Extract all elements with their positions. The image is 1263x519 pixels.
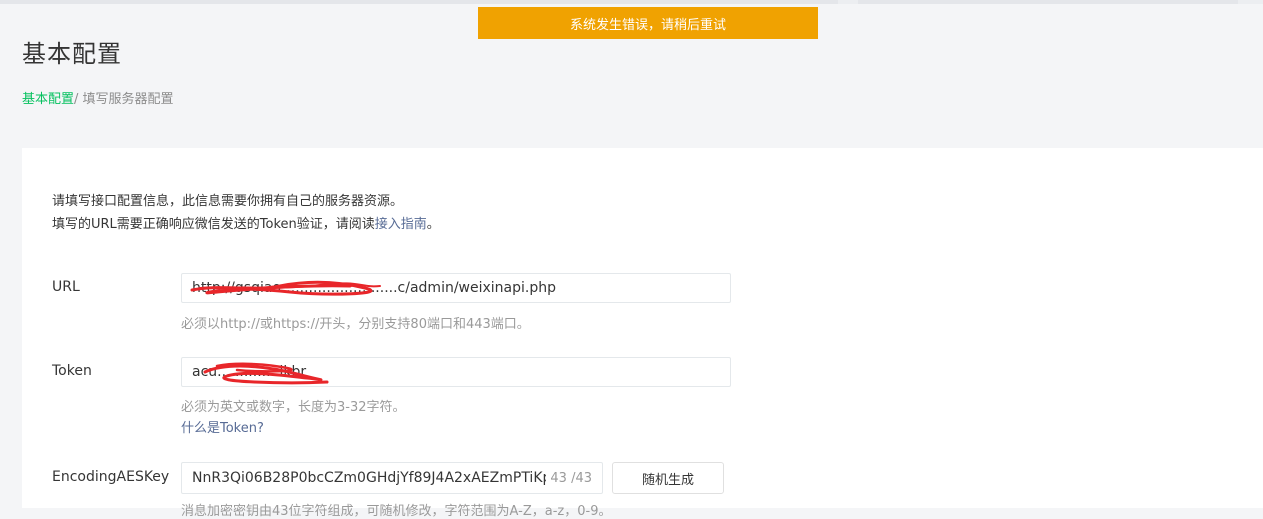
aeskey-label: EncodingAESKey — [52, 469, 170, 485]
token-hint: 必须为英文或数字，长度为3-32字符。 — [181, 400, 406, 415]
top-bar — [0, 0, 1263, 4]
intro-text: 请填写接口配置信息，此信息需要你拥有自己的服务器资源。 填写的URL需要正确响应… — [52, 190, 440, 236]
url-label: URL — [52, 279, 80, 295]
url-input-value: http://gsqiao-.........................c… — [192, 280, 557, 296]
intro-line-1: 请填写接口配置信息，此信息需要你拥有自己的服务器资源。 — [52, 194, 404, 209]
access-guide-link[interactable]: 接入指南 — [375, 217, 427, 232]
breadcrumb: 基本配置/ 填写服务器配置 — [22, 88, 174, 107]
token-input-value: acu..............ikbr — [192, 364, 307, 380]
url-hint: 必须以http://或https://开头，分别支持80端口和443端口。 — [181, 317, 530, 332]
what-is-token-link[interactable]: 什么是Token? — [181, 417, 264, 436]
server-config-card: 请填写接口配置信息，此信息需要你拥有自己的服务器资源。 填写的URL需要正确响应… — [22, 148, 1263, 519]
top-bar-segment — [858, 0, 1238, 4]
intro-line-2: 填写的URL需要正确响应微信发送的Token验证，请阅读接入指南。 — [52, 213, 440, 236]
breadcrumb-parent-link[interactable]: 基本配置 — [22, 92, 74, 107]
intro-line-2-prefix: 填写的URL需要正确响应微信发送的Token验证，请阅读 — [52, 217, 375, 232]
breadcrumb-separator: / — [74, 92, 83, 107]
aeskey-input-value: NnR3Qi06B28P0bcCZm0GHdjYf89J4A2xAEZmPTiK… — [192, 470, 547, 486]
page-title: 基本配置 — [22, 40, 122, 68]
token-input[interactable]: acu..............ikbr — [181, 357, 731, 387]
aeskey-input[interactable]: NnR3Qi06B28P0bcCZm0GHdjYf89J4A2xAEZmPTiK… — [181, 462, 603, 494]
error-toast: 系统发生错误，请稍后重试 — [478, 7, 818, 39]
top-bar-segment — [0, 0, 838, 4]
error-toast-message: 系统发生错误，请稍后重试 — [569, 17, 726, 33]
breadcrumb-current: 填写服务器配置 — [82, 92, 174, 107]
aeskey-char-count: 43 /43 — [550, 470, 592, 486]
random-generate-button[interactable]: 随机生成 — [612, 462, 724, 494]
url-input[interactable]: http://gsqiao-.........................c… — [181, 273, 731, 303]
intro-line-2-suffix: 。 — [426, 217, 440, 232]
token-label: Token — [52, 363, 92, 379]
aeskey-hint: 消息加密密钥由43位字符组成，可随机修改，字符范围为A-Z，a-z，0-9。 — [181, 504, 612, 519]
